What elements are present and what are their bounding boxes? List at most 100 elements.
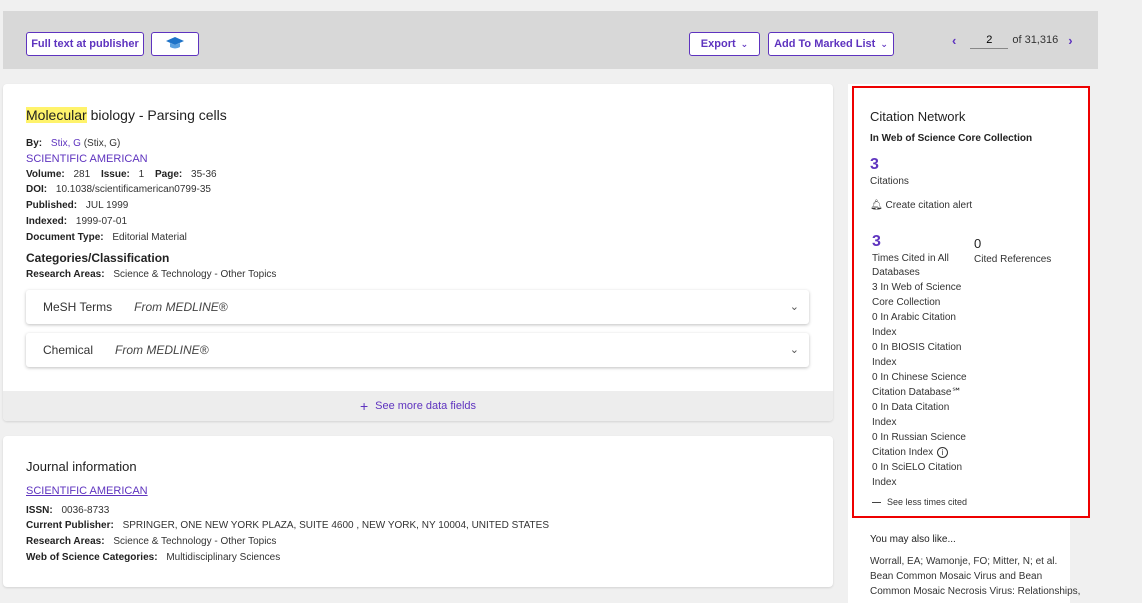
- journal-research-value: Science & Technology - Other Topics: [113, 536, 277, 547]
- info-icon[interactable]: i: [937, 447, 949, 458]
- previous-page-icon[interactable]: ‹: [952, 33, 956, 48]
- graduation-cap-icon: [166, 37, 184, 49]
- page-total: of 31,316: [1012, 34, 1059, 46]
- times-cited-label-1: Times Cited in All: [872, 253, 949, 264]
- plus-icon: +: [359, 398, 369, 414]
- publisher-label: Current Publisher:: [26, 520, 114, 531]
- journal-info-heading: Journal information: [26, 459, 137, 474]
- chevron-down-icon: ⌄: [740, 38, 749, 49]
- volume-line: Volume: 281 Issue: 1 Page: 35-36: [26, 169, 217, 180]
- issn-value: 0036-8733: [61, 505, 110, 516]
- citation-network-heading: Citation Network: [870, 109, 966, 124]
- graduation-cap-button[interactable]: [151, 32, 199, 56]
- export-label: Export: [700, 38, 736, 50]
- page-label: Page:: [155, 169, 183, 180]
- add-marked-label: Add To Marked List: [774, 38, 876, 50]
- journal-research-line: Research Areas: Science & Technology - O…: [26, 536, 276, 547]
- journal-research-label: Research Areas:: [26, 536, 105, 547]
- db-line-scielo-1: 0 In SciELO Citation: [872, 462, 963, 473]
- doi-line: DOI: 10.1038/scientificamerican0799-35: [26, 184, 211, 195]
- chemical-accordion[interactable]: Chemical From MEDLINE® ⌄: [26, 333, 809, 367]
- mesh-terms-accordion[interactable]: MeSH Terms From MEDLINE® ⌄: [26, 290, 809, 324]
- see-less-label: See less times cited: [887, 497, 968, 507]
- create-citation-alert[interactable]: 🔔︎ Create citation alert: [870, 200, 972, 211]
- indexed-line: Indexed: 1999-07-01: [26, 216, 127, 227]
- see-more-label: See more data fields: [375, 400, 477, 412]
- db-line-scielo-2: Index: [872, 477, 897, 488]
- db-line-biosis-1: 0 In BIOSIS Citation: [872, 342, 962, 353]
- see-more-data-fields[interactable]: + See more data fields: [3, 391, 833, 421]
- core-collection-subheading: In Web of Science Core Collection: [870, 133, 1033, 144]
- research-areas-line: Research Areas: Science & Technology - O…: [26, 269, 276, 280]
- db-line-arabic-2: Index: [872, 327, 897, 338]
- cited-references-count[interactable]: 0: [974, 236, 981, 251]
- times-cited-label-2: Databases: [872, 267, 920, 278]
- db-line-biosis-2: Index: [872, 357, 897, 368]
- title-rest: biology - Parsing cells: [86, 107, 227, 123]
- doctype-label: Document Type:: [26, 232, 104, 243]
- db-line-wos-2[interactable]: Core Collection: [872, 297, 940, 308]
- published-value: JUL 1999: [85, 200, 129, 211]
- citation-network-panel: Citation Network In Web of Science Core …: [852, 86, 1090, 518]
- indexed-value: 1999-07-01: [75, 216, 128, 227]
- times-cited-count[interactable]: 3: [872, 233, 881, 251]
- pages-value: 35-36: [191, 169, 217, 180]
- issue-label: Issue:: [100, 169, 130, 180]
- published-label: Published:: [26, 200, 78, 211]
- by-label: By:: [26, 138, 43, 149]
- issn-label: ISSN:: [26, 505, 53, 516]
- record-card: Molecular biology - Parsing cells By: St…: [3, 84, 833, 421]
- chemical-label: Chemical: [43, 343, 94, 357]
- citations-label: Citations: [870, 176, 909, 187]
- also-like-authors: Worrall, EA; Wamonje, FO; Mitter, N; et …: [870, 556, 1058, 567]
- mesh-source: From MEDLINE®: [134, 300, 228, 314]
- issue-value: 1: [138, 169, 145, 180]
- bell-icon: 🔔︎: [870, 200, 883, 211]
- page-input[interactable]: [970, 31, 1009, 49]
- minus-icon: —: [872, 497, 881, 507]
- chevron-down-icon: ⌄: [789, 301, 799, 313]
- published-line: Published: JUL 1999: [26, 200, 128, 211]
- add-to-marked-list-button[interactable]: Add To Marked List ⌄: [768, 32, 894, 56]
- db-line-data-1: 0 In Data Citation: [872, 402, 950, 413]
- db-line-chinese-1: 0 In Chinese Science: [872, 372, 967, 383]
- volume-value: 281: [73, 169, 91, 180]
- db-line-russian-2-wrap: Citation Index i: [872, 447, 949, 459]
- export-button[interactable]: Export ⌄: [689, 32, 760, 56]
- db-line-wos-1[interactable]: 3 In Web of Science: [872, 282, 961, 293]
- full-text-button[interactable]: Full text at publisher: [26, 32, 144, 56]
- citations-count[interactable]: 3: [870, 156, 879, 174]
- doctype-line: Document Type: Editorial Material: [26, 232, 187, 243]
- db-line-chinese-2: Citation Database℠: [872, 387, 962, 398]
- research-value: Science & Technology - Other Topics: [113, 269, 277, 280]
- also-like-title-line-1[interactable]: Bean Common Mosaic Virus and Bean: [870, 571, 1042, 582]
- chemical-source: From MEDLINE®: [115, 343, 209, 357]
- see-less-times-cited[interactable]: — See less times cited: [872, 497, 967, 507]
- title-highlight: Molecular: [26, 107, 87, 123]
- also-like-title-line-2[interactable]: Common Mosaic Necrosis Virus: Relationsh…: [870, 586, 1080, 597]
- toolbar: Full text at publisher Export ⌄ Add To Ma…: [3, 11, 1098, 69]
- wos-label: Web of Science Categories:: [26, 552, 158, 563]
- publisher-value: SPRINGER, ONE NEW YORK PLAZA, SUITE 4600…: [122, 520, 549, 531]
- journal-name-link[interactable]: SCIENTIFIC AMERICAN: [26, 485, 148, 497]
- publisher-line: Current Publisher: SPRINGER, ONE NEW YOR…: [26, 520, 549, 531]
- chevron-down-icon: ⌄: [789, 344, 799, 356]
- create-alert-label: Create citation alert: [885, 200, 973, 211]
- volume-label: Volume:: [26, 169, 65, 180]
- db-line-russian-1: 0 In Russian Science: [872, 432, 966, 443]
- db-line-data-2: Index: [872, 417, 897, 428]
- chevron-down-icon: ⌄: [880, 38, 888, 49]
- journal-info-card: Journal information SCIENTIFIC AMERICAN …: [3, 436, 833, 587]
- db-line-russian-2: Citation Index: [872, 447, 934, 459]
- next-page-icon[interactable]: ›: [1068, 33, 1072, 48]
- authors-line: By: Stix, G (Stix, G): [26, 138, 120, 149]
- wos-categories-line: Web of Science Categories: Multidiscipli…: [26, 552, 280, 563]
- research-label: Research Areas:: [26, 269, 105, 280]
- doi-label: DOI:: [26, 184, 48, 195]
- author-link[interactable]: Stix, G: [51, 138, 81, 149]
- journal-link[interactable]: SCIENTIFIC AMERICAN: [26, 153, 148, 165]
- doctype-value: Editorial Material: [112, 232, 187, 243]
- doi-value: 10.1038/scientificamerican0799-35: [55, 184, 211, 195]
- author-full: (Stix, G): [83, 138, 121, 149]
- mesh-label: MeSH Terms: [43, 300, 113, 314]
